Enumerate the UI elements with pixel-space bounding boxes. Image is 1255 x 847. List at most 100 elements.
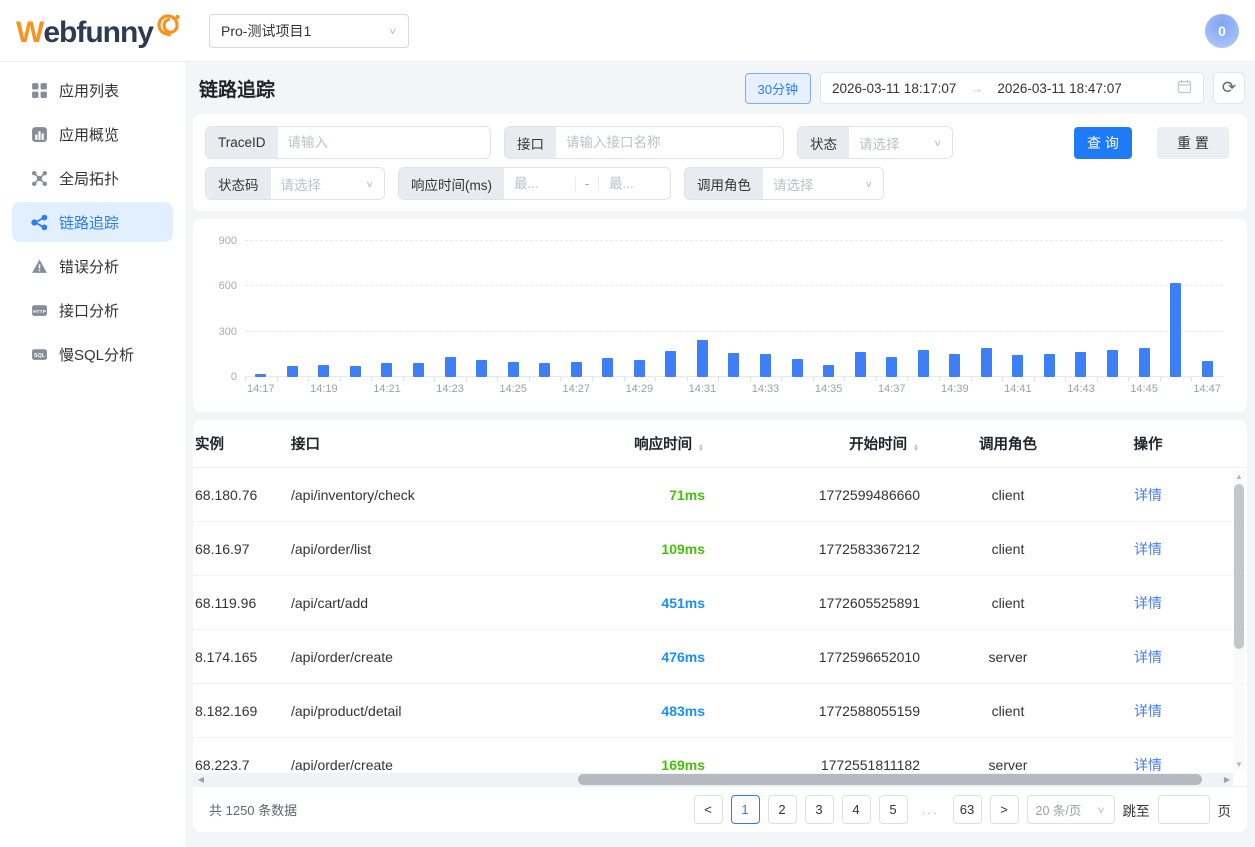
bar-14:30[interactable] [665,351,676,377]
bar-14:41[interactable] [1012,355,1023,377]
sidebar-item-app-list[interactable]: 应用列表 [12,70,173,110]
bar-14:43[interactable] [1075,352,1086,377]
x-axis-tick-label: 14:31 [689,383,717,395]
bar-14:38[interactable] [918,350,929,377]
time-range-chip[interactable]: 30分钟 [745,73,811,104]
page-size-select[interactable]: 20 条/页∨ [1027,795,1115,824]
bar-14:18[interactable] [287,366,298,377]
horizontal-scrollbar[interactable]: ◀ ▶ [193,773,1233,786]
page-title-row: 链路追踪 30分钟 2026-03-11 18:17:07 → 2026-03-… [185,62,1255,114]
scroll-left-arrow-icon[interactable]: ◀ [195,773,207,786]
scroll-up-arrow-icon[interactable]: ▲ [1233,470,1245,482]
reset-button[interactable]: 重 置 [1157,127,1229,159]
bar-14:36[interactable] [855,352,866,377]
detail-link[interactable]: 详情 [1134,487,1162,503]
bar-14:21[interactable] [381,363,392,377]
bar-14:33[interactable] [760,354,771,377]
role-select[interactable]: 请选择∨ [763,168,883,199]
calendar-icon [1177,79,1192,97]
bar-14:39[interactable] [949,354,960,377]
refresh-button[interactable]: ⟳ [1213,72,1245,104]
sidebar-nav: 应用列表应用概览全局拓扑链路追踪错误分析HTTP接口分析SQL慢SQL分析 [0,62,185,847]
sidebar-item-app-overview[interactable]: 应用概览 [12,114,173,154]
bar-14:27[interactable] [571,362,582,377]
bar-14:37[interactable] [886,357,897,377]
page-button-5[interactable]: 5 [879,795,908,824]
endpoint-input[interactable] [556,127,783,158]
vertical-scrollbar[interactable]: ▲ ▼ [1233,470,1245,770]
bar-14:25[interactable] [508,362,519,377]
bar-14:20[interactable] [350,366,361,377]
page-button-2[interactable]: 2 [768,795,797,824]
sort-icon[interactable]: ▲▼ [697,444,705,452]
bar-14:19[interactable] [318,365,329,377]
bar-14:46[interactable] [1170,283,1181,377]
x-axis-tick-label: 14:41 [1004,383,1032,395]
bar-14:29[interactable] [634,360,645,377]
cell-instance: 68.16.97 [193,541,283,557]
page-button-3[interactable]: 3 [805,795,834,824]
slow-sql-icon: SQL [31,346,48,363]
role-filter: 调用角色 请选择∨ [684,167,884,200]
bar-14:35[interactable] [823,365,834,377]
prev-page-button[interactable]: < [694,795,723,824]
sidebar-item-api-analysis[interactable]: HTTP接口分析 [12,290,173,330]
column-header-start[interactable]: 开始时间▲▼ [713,433,928,454]
column-header-duration[interactable]: 响应时间▲▼ [523,433,713,454]
bar-14:40[interactable] [981,348,992,377]
bar-14:32[interactable] [728,353,739,377]
y-axis-tick-label: 0 [231,371,237,383]
bar-14:28[interactable] [602,358,613,377]
sidebar-item-slow-sql[interactable]: SQL慢SQL分析 [12,334,173,374]
x-axis-tick-label: 14:23 [436,383,464,395]
bar-14:47[interactable] [1202,361,1213,377]
page-button-1[interactable]: 1 [731,795,760,824]
next-page-button[interactable]: > [990,795,1019,824]
date-range-picker[interactable]: 2026-03-11 18:17:07 → 2026-03-11 18:47:0… [820,72,1204,104]
main-content: 链路追踪 30分钟 2026-03-11 18:17:07 → 2026-03-… [185,62,1255,847]
bar-14:23[interactable] [445,357,456,377]
project-selector[interactable]: Pro-测试项目1 ∨ [209,14,409,48]
detail-link[interactable]: 详情 [1134,757,1162,772]
sort-icon[interactable]: ▲▼ [912,444,920,452]
bar-14:22[interactable] [413,363,424,377]
response-time-max-input[interactable] [598,176,670,191]
column-header-endpoint: 接口 [283,433,523,454]
traceid-input[interactable] [278,127,490,158]
user-avatar-badge[interactable]: 0 [1205,14,1239,48]
cell-endpoint: /api/cart/add [283,595,523,611]
scroll-right-arrow-icon[interactable]: ▶ [1221,773,1233,786]
cell-instance: 68.119.96 [193,595,283,611]
endpoint-label: 接口 [505,127,556,158]
status-select[interactable]: 请选择∨ [849,127,952,158]
sidebar-item-trace[interactable]: 链路追踪 [12,202,173,242]
status-code-select[interactable]: 请选择∨ [271,168,385,199]
vertical-scrollbar-thumb[interactable] [1234,484,1244,649]
jump-to-input[interactable] [1158,795,1210,824]
horizontal-scrollbar-thumb[interactable] [578,774,1202,785]
chevron-down-icon: ∨ [1097,804,1106,815]
bar-14:17[interactable] [255,374,266,377]
detail-link[interactable]: 详情 [1134,595,1162,611]
page-button-63[interactable]: 63 [953,795,982,824]
bar-14:42[interactable] [1044,354,1055,377]
page-button-4[interactable]: 4 [842,795,871,824]
bar-14:44[interactable] [1107,350,1118,377]
bar-14:24[interactable] [476,360,487,377]
sidebar-item-global-topology[interactable]: 全局拓扑 [12,158,173,198]
bar-14:31[interactable] [697,340,708,377]
response-time-min-input[interactable] [504,176,576,191]
bar-14:26[interactable] [539,363,550,377]
sidebar-item-label: 全局拓扑 [59,168,119,189]
chart-overview-icon [31,126,48,143]
sidebar-item-error-analysis[interactable]: 错误分析 [12,246,173,286]
detail-link[interactable]: 详情 [1134,649,1162,665]
bar-14:45[interactable] [1139,348,1150,377]
search-button[interactable]: 查 询 [1074,127,1132,159]
column-header-instance: 实例 [193,433,283,454]
detail-link[interactable]: 详情 [1134,541,1162,557]
bar-14:34[interactable] [792,359,803,377]
detail-link[interactable]: 详情 [1134,703,1162,719]
scroll-down-arrow-icon[interactable]: ▼ [1233,758,1245,770]
http-api-icon: HTTP [31,302,48,319]
